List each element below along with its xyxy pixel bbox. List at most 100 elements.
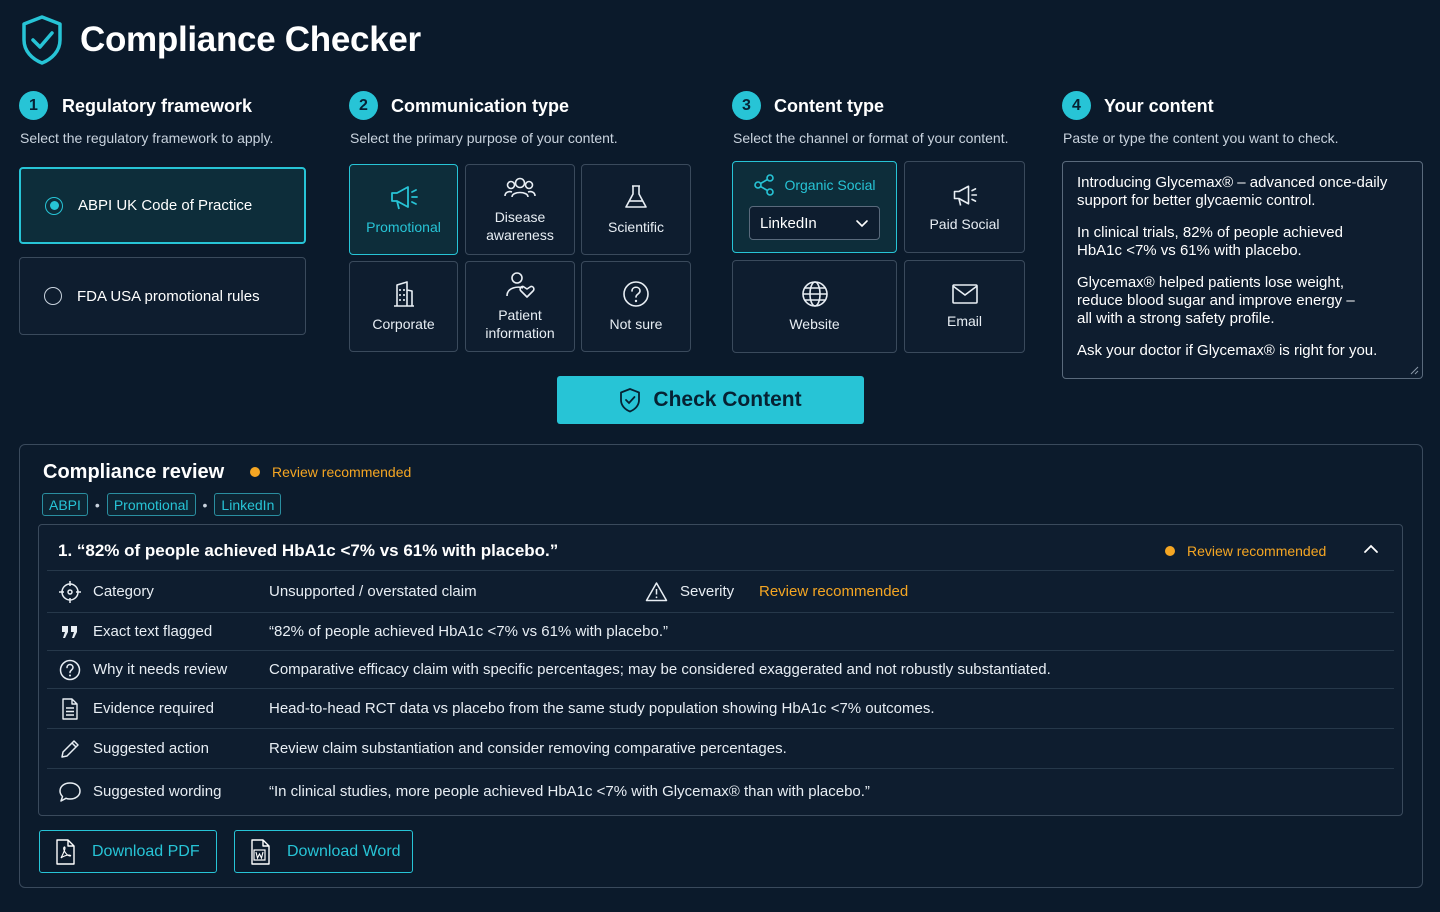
step-1-title: Regulatory framework [62, 96, 253, 116]
radio-unselected-icon [44, 287, 62, 305]
row-value: Review claim substantiation and consider… [269, 740, 787, 757]
step-3-subtitle: Select the channel or format of your con… [733, 130, 1009, 146]
pencil-icon [47, 738, 93, 760]
document-icon [47, 697, 93, 720]
tile-label: Organic Social [784, 177, 876, 193]
step-4-subtitle: Paste or type the content you want to ch… [1063, 130, 1339, 146]
shield-check-icon [20, 14, 64, 66]
step-1-subtitle: Select the regulatory framework to apply… [20, 130, 274, 146]
quote-icon [47, 624, 93, 640]
megaphone-icon [388, 183, 420, 211]
issue-row-action: Suggested action Review claim substantia… [47, 728, 1394, 768]
comm-type-not-sure[interactable]: Not sure [581, 261, 691, 352]
step-3-title: Content type [774, 96, 884, 116]
content-paragraph: Glycemax® helped patients lose weight, r… [1077, 274, 1355, 327]
comm-type-scientific[interactable]: Scientific [581, 164, 691, 255]
category-value: Unsupported / overstated claim [269, 583, 477, 600]
download-word-label: Download Word [287, 842, 401, 860]
framework-option-fda[interactable]: FDA USA promotional rules [19, 257, 306, 335]
download-word-button[interactable]: Download Word [234, 830, 413, 873]
download-pdf-button[interactable]: Download PDF [39, 830, 217, 873]
step-2-number: 2 [349, 91, 378, 120]
content-textarea[interactable]: Introducing Glycemax® – advanced once-da… [1062, 161, 1423, 379]
resize-handle-icon[interactable] [1409, 365, 1419, 375]
framework-option-label: ABPI UK Code of Practice [78, 197, 253, 214]
severity-value: Review recommended [759, 583, 909, 600]
row-label: Evidence required [93, 700, 214, 717]
content-type-paid-social[interactable]: Paid Social [904, 161, 1025, 253]
content-paragraph: Introducing Glycemax® – advanced once-da… [1077, 174, 1388, 209]
row-label: Why it needs review [93, 661, 228, 678]
tile-label: Email [946, 313, 982, 329]
issue-row-why: Why it needs review Comparative efficacy… [47, 650, 1394, 688]
row-label: Category [93, 583, 154, 600]
comm-type-corporate[interactable]: Corporate [349, 261, 458, 352]
tile-label: Patient information [485, 307, 555, 341]
tile-label: Disease awareness [486, 209, 554, 243]
check-content-button[interactable]: Check Content [557, 376, 864, 424]
issue-row-exact-text: Exact text flagged “82% of people achiev… [47, 612, 1394, 650]
tile-label: Scientific [607, 219, 665, 235]
tile-label: Website [789, 316, 840, 332]
framework-option-label: FDA USA promotional rules [77, 287, 260, 305]
status-dot-icon [250, 467, 260, 477]
word-file-icon [249, 838, 287, 865]
chip-communication-type: Promotional [106, 493, 196, 516]
tile-label: Paid Social [929, 215, 1000, 232]
content-paragraph: In clinical trials, 82% of people achiev… [1077, 224, 1343, 259]
step-2-title: Communication type [391, 96, 570, 116]
severity-label: Severity [680, 583, 735, 600]
question-circle-icon [622, 280, 650, 308]
content-type-email[interactable]: Email [904, 260, 1025, 353]
comm-type-disease-awareness[interactable]: Disease awareness [465, 164, 575, 255]
flask-icon [622, 183, 650, 211]
patient-heart-icon [505, 271, 535, 299]
people-group-icon [504, 175, 536, 201]
megaphone-icon [951, 182, 979, 208]
chip-framework: ABPI [42, 493, 88, 516]
issue-row-category: Category Unsupported / overstated claim … [47, 570, 1394, 612]
chip-separator: • [202, 496, 208, 513]
tile-label: Corporate [372, 316, 435, 332]
row-value: “82% of people achieved HbA1c <7% vs 61%… [269, 623, 668, 640]
channel-select-value: LinkedIn [760, 214, 817, 232]
status-dot-icon [1165, 546, 1175, 556]
issue-status-text: Review recommended [1187, 543, 1327, 559]
issue-row-evidence: Evidence required Head-to-head RCT data … [47, 688, 1394, 728]
download-pdf-label: Download PDF [92, 842, 200, 860]
pdf-file-icon [54, 838, 92, 865]
review-status-badge: Review recommended [250, 464, 411, 480]
issue-status-badge: Review recommended [1165, 543, 1326, 559]
tile-label: Promotional [366, 219, 441, 235]
step-4-title: Your content [1104, 96, 1214, 116]
crosshair-icon [47, 580, 93, 603]
chevron-up-icon[interactable] [1363, 543, 1379, 555]
comm-type-promotional[interactable]: Promotional [349, 164, 458, 255]
row-label: Suggested wording [93, 783, 222, 800]
row-label: Exact text flagged [93, 623, 213, 640]
check-content-label: Check Content [653, 388, 802, 411]
step-3-number: 3 [732, 91, 761, 120]
row-value: Head-to-head RCT data vs placebo from th… [269, 700, 935, 717]
framework-option-abpi[interactable]: ABPI UK Code of Practice [19, 167, 306, 244]
review-chips: ABPI • Promotional • LinkedIn [42, 493, 282, 516]
comm-type-patient-information[interactable]: Patient information [465, 261, 575, 352]
step-1-number: 1 [19, 91, 48, 120]
row-value: “In clinical studies, more people achiev… [269, 783, 870, 800]
channel-select[interactable]: LinkedIn [749, 206, 880, 240]
globe-icon [801, 280, 829, 308]
shield-check-icon [619, 387, 653, 413]
warning-triangle-icon [645, 581, 668, 602]
chevron-down-icon [855, 218, 869, 228]
tile-label: Not sure [609, 316, 663, 332]
question-circle-icon [47, 659, 93, 681]
share-nodes-icon [753, 174, 775, 196]
speech-bubble-icon [47, 781, 93, 803]
chip-content-type: LinkedIn [214, 493, 282, 516]
content-type-website[interactable]: Website [732, 260, 897, 353]
content-paragraph: Ask your doctor if Glycemax® is right fo… [1077, 342, 1378, 359]
issue-title: 1. “82% of people achieved HbA1c <7% vs … [58, 541, 559, 560]
step-2-subtitle: Select the primary purpose of your conte… [350, 130, 618, 146]
issue-row-wording: Suggested wording “In clinical studies, … [47, 768, 1394, 814]
app-title: Compliance Checker [80, 20, 421, 59]
